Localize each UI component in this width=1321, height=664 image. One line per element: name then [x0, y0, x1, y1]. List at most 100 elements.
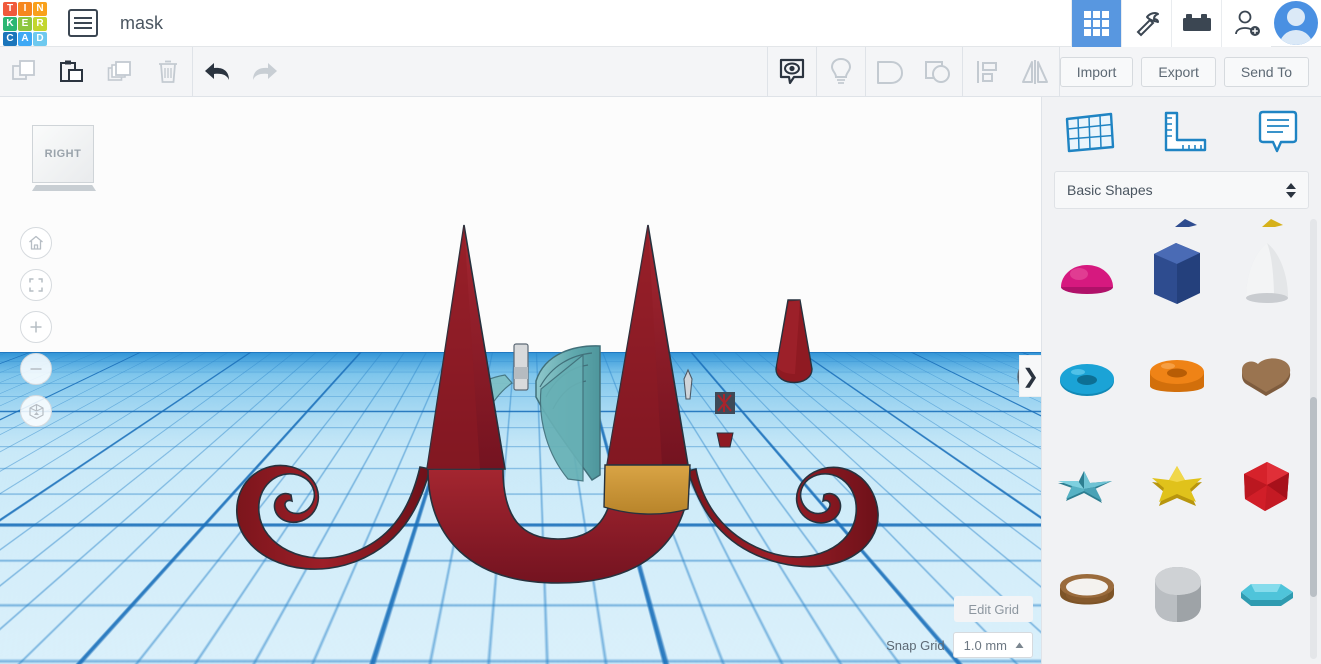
edit-grid-button[interactable]: Edit Grid — [954, 596, 1033, 622]
copy-icon[interactable] — [0, 47, 48, 97]
minus-glyph — [30, 368, 42, 370]
logo-tile-i: I — [18, 2, 32, 16]
action-buttons-group: Import Export Send To — [1059, 56, 1321, 87]
grid-apps-icon[interactable] — [1071, 0, 1121, 47]
select-spinner-icon — [1286, 182, 1296, 198]
pickaxe-glyph — [1136, 12, 1159, 37]
paraboloid-icon — [1246, 242, 1288, 303]
plus-glyph — [30, 321, 42, 333]
fit-glyph — [29, 278, 43, 292]
notes-tab[interactable] — [1228, 97, 1321, 167]
model-3d-mask[interactable] — [0, 97, 1041, 664]
paste-glyph — [60, 60, 83, 82]
hemisphere-icon — [1061, 264, 1113, 294]
perspective-toggle-icon[interactable] — [20, 395, 52, 427]
lightbulb-icon[interactable] — [817, 47, 865, 97]
model-left-cone — [426, 224, 506, 470]
add-user-icon[interactable] — [1221, 0, 1271, 47]
tube-shape[interactable] — [1132, 326, 1222, 433]
edit-tools-group — [0, 47, 192, 97]
import-button[interactable]: Import — [1059, 56, 1134, 87]
zoom-out-icon[interactable] — [20, 353, 52, 385]
ruler-tab[interactable] — [1135, 97, 1228, 167]
show-hide-eye-icon[interactable] — [768, 47, 816, 97]
star-3d-icon — [1058, 470, 1112, 503]
tube-icon — [1150, 359, 1204, 392]
redo-icon[interactable] — [241, 47, 289, 97]
snap-grid-label: Snap Grid — [886, 637, 945, 653]
heart-icon — [1242, 357, 1291, 396]
gem-octagon-icon — [1241, 583, 1293, 606]
history-tools-group — [193, 47, 289, 97]
logo-tile-k: K — [3, 17, 17, 31]
chevron-up-icon — [1015, 642, 1024, 648]
polyhedron-shape[interactable] — [1222, 433, 1312, 540]
export-button[interactable]: Export — [1141, 56, 1216, 87]
logo-tile-r: R — [33, 17, 47, 31]
ungroup-shapes-icon[interactable] — [914, 47, 962, 97]
torus-icon — [1060, 363, 1114, 396]
snap-grid-control: Snap Grid 1.0 mm — [886, 632, 1033, 658]
torus-shape[interactable] — [1042, 326, 1132, 433]
hexagonal-prism-icon — [1154, 242, 1200, 304]
shape-library-select-wrap: Basic Shapes — [1054, 171, 1309, 209]
pickaxe-minecraft-icon[interactable] — [1121, 0, 1171, 47]
3d-viewport[interactable]: RIGHT Edit Grid Snap Grid 1.0 mm ❯ — [0, 97, 1041, 664]
send-to-button[interactable]: Send To — [1223, 56, 1309, 87]
workplane-grid-icon — [1065, 112, 1114, 153]
star-flat-shape[interactable] — [1132, 433, 1222, 540]
hemisphere-shape[interactable] — [1042, 219, 1132, 326]
gem-octagon-shape[interactable] — [1222, 540, 1312, 647]
group-shapes-icon[interactable] — [866, 47, 914, 97]
ungroup-glyph — [924, 60, 950, 83]
align-icon[interactable] — [963, 47, 1011, 97]
workplane-tab[interactable] — [1042, 97, 1135, 167]
rounded-cube-shape[interactable] — [1132, 540, 1222, 647]
lego-brick-icon[interactable] — [1171, 0, 1221, 47]
view-cube-face[interactable]: RIGHT — [32, 125, 94, 183]
collapse-panel-chevron-icon[interactable]: ❯ — [1019, 355, 1041, 397]
tinkercad-logo[interactable]: T I N K E R C A D — [2, 1, 47, 46]
page-title[interactable]: mask — [120, 13, 163, 34]
avatar[interactable] — [1271, 0, 1321, 47]
perspective-glyph — [28, 403, 44, 419]
undo-icon[interactable] — [193, 47, 241, 97]
ring-shape[interactable] — [1042, 540, 1132, 647]
home-view-icon[interactable] — [20, 227, 52, 259]
logo-tile-a: A — [18, 32, 32, 46]
note-bubble-icon — [1258, 110, 1297, 153]
paraboloid-shape[interactable] — [1222, 219, 1312, 326]
paste-icon[interactable] — [48, 47, 96, 97]
undo-glyph — [205, 62, 229, 80]
avatar-image — [1274, 1, 1318, 45]
tinkercad-app: T I N K E R C A D mask Import Export Sen… — [0, 0, 1321, 664]
model-tan-band — [603, 464, 691, 515]
shapes-panel: Basic Shapes — [1041, 97, 1321, 664]
trash-glyph — [159, 60, 177, 83]
shape-gallery — [1042, 219, 1312, 664]
hexagonal-prism-shape[interactable] — [1132, 219, 1222, 326]
heart-shape[interactable] — [1222, 326, 1312, 433]
ruler-icon — [1164, 111, 1206, 152]
redo-glyph — [253, 62, 277, 80]
shape-library-select[interactable]: Basic Shapes — [1054, 171, 1309, 209]
logo-tile-n: N — [33, 2, 47, 16]
view-cube-base — [32, 185, 96, 191]
duplicate-icon[interactable] — [96, 47, 144, 97]
shape-scrollbar-thumb[interactable] — [1310, 397, 1317, 597]
star-3d-shape[interactable] — [1042, 433, 1132, 540]
group-tools-group — [866, 47, 962, 97]
snap-grid-select[interactable]: 1.0 mm — [952, 632, 1033, 658]
delete-trash-icon[interactable] — [144, 47, 192, 97]
ring-icon — [1060, 573, 1114, 604]
view-cube[interactable]: RIGHT — [32, 125, 96, 191]
mirror-glyph — [1021, 59, 1048, 84]
snap-grid-value: 1.0 mm — [963, 637, 1007, 653]
grid-apps-glyph — [1084, 10, 1109, 36]
model-right-cone — [603, 224, 691, 515]
shape-library-value: Basic Shapes — [1067, 182, 1153, 198]
zoom-in-icon[interactable] — [20, 311, 52, 343]
mirror-flip-icon[interactable] — [1011, 47, 1059, 97]
fit-to-view-icon[interactable] — [20, 269, 52, 301]
hamburger-list-icon[interactable] — [68, 9, 98, 37]
